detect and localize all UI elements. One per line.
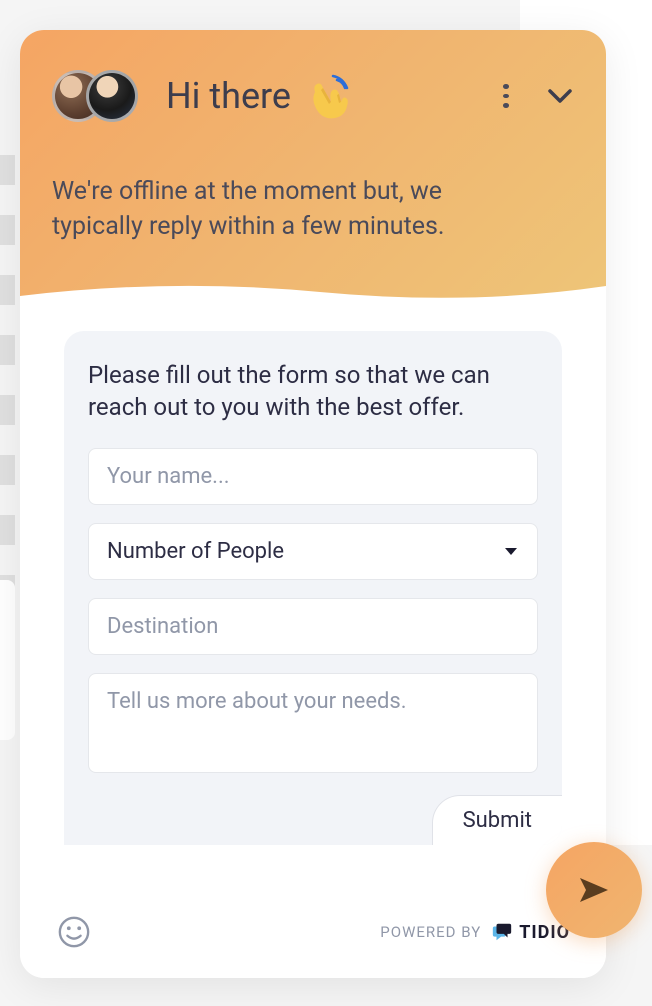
tidio-logo-icon — [491, 921, 513, 943]
tidio-logo: TIDIO — [491, 921, 570, 943]
people-select[interactable]: Number of People — [88, 523, 538, 580]
emoji-picker-button[interactable] — [56, 914, 92, 950]
submit-row: Submit — [64, 795, 562, 845]
destination-input[interactable] — [88, 598, 538, 655]
status-message: We're offline at the moment but, we typi… — [52, 174, 574, 244]
name-input[interactable] — [88, 448, 538, 505]
avatar — [86, 70, 138, 122]
greeting: Hi there — [166, 72, 351, 120]
powered-by-label: POWERED BY — [380, 923, 481, 941]
people-select-label: Number of People — [107, 539, 284, 564]
chat-footer: POWERED BY TIDIO — [20, 890, 606, 978]
page-background-block — [0, 580, 15, 740]
submit-button[interactable]: Submit — [432, 795, 562, 845]
chat-header: Hi there — [20, 30, 606, 305]
emoji-icon — [57, 915, 91, 949]
menu-dots-icon[interactable] — [494, 84, 518, 108]
header-left: Hi there — [52, 70, 351, 122]
header-top-row: Hi there — [52, 70, 574, 122]
chevron-down-icon[interactable] — [546, 82, 574, 110]
send-icon — [574, 870, 614, 910]
form-message-bubble: Please fill out the form so that we can … — [64, 331, 562, 845]
greeting-text: Hi there — [166, 75, 291, 117]
needs-textarea[interactable] — [88, 673, 538, 773]
send-button[interactable] — [546, 842, 642, 938]
operator-avatars — [52, 70, 138, 122]
header-actions — [494, 82, 574, 110]
form-intro-text: Please fill out the form so that we can … — [88, 359, 538, 424]
chat-body: Please fill out the form so that we can … — [20, 305, 606, 865]
caret-down-icon — [503, 543, 519, 559]
powered-by[interactable]: POWERED BY TIDIO — [380, 921, 570, 943]
wave-icon — [303, 72, 351, 120]
wave-divider — [20, 278, 606, 306]
chat-widget: Hi there — [20, 30, 606, 978]
